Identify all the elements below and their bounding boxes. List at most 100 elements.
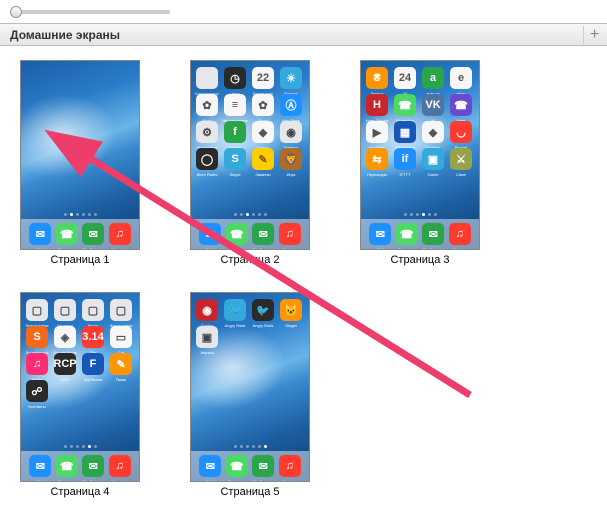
app-icon[interactable]: ⇆Перекидач [366, 148, 388, 170]
home-screen-page[interactable]: Калькулятор ◷Часы 22Календарь ☀Погода ✿Фото ≡… [190, 60, 310, 266]
app-icon[interactable]: eebay [450, 67, 472, 89]
app-grid: ◉Contra 🐦Angry Birds 🐦Angry Birds 🐱Ginger ▣J… [196, 299, 304, 348]
home-screen-page[interactable]: ₴Деньги 2424 aauto.ua eebay ННова Пошта ☎What… [360, 60, 480, 266]
app-icon[interactable]: ▢Фотография [26, 299, 48, 321]
app-icon[interactable]: ♫Music [26, 353, 48, 375]
app-icon[interactable]: ✉Сообщения [252, 223, 274, 245]
home-screen-page[interactable]: ▢Фотография ▢Утилиты ▢Книги ▢Фотография SSou… [20, 292, 140, 498]
screen-thumbnail[interactable]: ₴Деньги 2424 aauto.ua eebay ННова Пошта ☎What… [360, 60, 480, 250]
app-icon[interactable]: ♫Музыка [279, 455, 301, 477]
app-icon[interactable]: FMyFitness [82, 353, 104, 375]
app-icon[interactable]: ННова Пошта [366, 94, 388, 116]
app-icon[interactable]: ☎Телефон [226, 455, 248, 477]
app-icon[interactable]: ☎Viber [450, 94, 472, 116]
app-icon[interactable]: ✉Сообщения [422, 223, 444, 245]
app-label: Game [420, 172, 446, 177]
app-label: Музыка [277, 247, 303, 250]
app-icon[interactable]: ☎Телефон [56, 223, 78, 245]
app-icon[interactable]: ♫Музыка [449, 223, 471, 245]
app-icon[interactable]: ◈Google Maps [54, 326, 76, 348]
app-icon[interactable]: aauto.ua [422, 67, 444, 89]
app-icon[interactable]: ♫Музыка [109, 455, 131, 477]
app-icon[interactable]: ◡Pocket [450, 121, 472, 143]
app-icon[interactable]: ✉Сообщения [82, 223, 104, 245]
screen-thumbnail[interactable]: ▢Фотография ▢Утилиты ▢Книги ▢Фотография SSou… [20, 292, 140, 482]
app-icon[interactable]: ☎WhatsApp [394, 94, 416, 116]
app-icon[interactable]: Калькулятор [196, 67, 218, 89]
app-icon[interactable]: ▣Jetpack [196, 326, 218, 348]
app-icon[interactable]: ⒶApp Store [280, 94, 302, 116]
plus-icon: + [590, 26, 599, 44]
app-icon[interactable]: ✉Mail [29, 455, 51, 477]
app-icon[interactable]: ◷Часы [224, 67, 246, 89]
zoom-slider[interactable] [10, 10, 170, 14]
app-icon[interactable]: ⚙Настройки [196, 121, 218, 143]
app-icon[interactable]: ▢Фотография [110, 299, 132, 321]
app-icon[interactable]: 🐱Ginger [280, 299, 302, 321]
app-icon[interactable]: ◉Камера [280, 121, 302, 143]
page-indicator [191, 445, 309, 448]
app-icon[interactable]: ✉Сообщения [252, 455, 274, 477]
app-label: Музыка [107, 247, 133, 250]
app-icon[interactable]: ✉Сообщения [82, 455, 104, 477]
app-icon[interactable]: ✎Заметки [252, 148, 274, 170]
zoom-slider-bar [0, 0, 607, 24]
page-label: Страница 5 [190, 486, 310, 498]
app-icon[interactable]: ✎Пиши [110, 353, 132, 375]
app-icon[interactable]: ◯Siren Radio [196, 148, 218, 170]
app-icon[interactable]: ▢Книги [82, 299, 104, 321]
app-icon[interactable]: 🐦Angry Birds [252, 299, 274, 321]
app-icon[interactable]: ♫Музыка [279, 223, 301, 245]
page-label: Страница 1 [20, 254, 140, 266]
app-icon[interactable]: ifIFTTT [394, 148, 416, 170]
app-icon[interactable]: VKVK [422, 94, 444, 116]
dock: ✉Mail☎Телефон✉Сообщения♫Музыка [21, 219, 139, 249]
app-icon[interactable]: fFeedly [224, 121, 246, 143]
app-icon[interactable]: ⚔Clash [450, 148, 472, 170]
app-icon[interactable]: ✉Mail [369, 223, 391, 245]
app-icon[interactable]: 🐦Angry Birds [224, 299, 246, 321]
app-icon[interactable]: ▶YouTube [366, 121, 388, 143]
zoom-slider-thumb[interactable] [10, 6, 22, 18]
app-icon[interactable]: ▢Утилиты [54, 299, 76, 321]
app-icon[interactable]: ✿Фото [252, 94, 274, 116]
app-icon[interactable]: 2424 [394, 67, 416, 89]
screen-thumbnail[interactable]: ◉Contra 🐦Angry Birds 🐦Angry Birds 🐱Ginger ▣J… [190, 292, 310, 482]
app-icon[interactable]: ☎Телефон [396, 223, 418, 245]
app-icon[interactable]: SSoundhound [26, 326, 48, 348]
app-icon[interactable]: RCPRCP [54, 353, 76, 375]
app-icon[interactable]: 22Календарь [252, 67, 274, 89]
app-icon[interactable]: ₴Деньги [366, 67, 388, 89]
app-icon[interactable]: ✉Mail [29, 223, 51, 245]
add-page-button[interactable]: + [583, 26, 601, 44]
app-icon[interactable]: ≡Напоминания [224, 94, 246, 116]
app-icon[interactable]: ☀Погода [280, 67, 302, 89]
app-label: RCP [52, 377, 78, 382]
app-icon[interactable]: ◉Contra [196, 299, 218, 321]
app-icon[interactable]: SSkype [224, 148, 246, 170]
app-icon[interactable]: ▣Game [422, 148, 444, 170]
app-label: Mail [197, 247, 223, 250]
app-label: MyFitness [80, 377, 106, 382]
app-icon[interactable]: ✿Фото [196, 94, 218, 116]
screen-thumbnail[interactable]: ✉Mail☎Телефон✉Сообщения♫Музыка [20, 60, 140, 250]
home-screen-page[interactable]: ✉Mail☎Телефон✉Сообщения♫Музыка Страница 1 [20, 60, 140, 266]
app-icon[interactable]: ◆Dropbox [422, 121, 444, 143]
app-icon[interactable]: 3.14Zite [82, 326, 104, 348]
app-icon[interactable]: ✉Mail [199, 455, 221, 477]
app-label: Телефон [54, 479, 80, 482]
app-icon[interactable]: 🦁Игра [280, 148, 302, 170]
app-icon[interactable]: ▭Cal [110, 326, 132, 348]
app-icon[interactable]: ◆Карты [252, 121, 274, 143]
screen-thumbnail[interactable]: Калькулятор ◷Часы 22Календарь ☀Погода ✿Фото ≡… [190, 60, 310, 250]
app-icon[interactable]: ♫Музыка [109, 223, 131, 245]
app-icon[interactable]: ▦Wallpapers [394, 121, 416, 143]
app-label: Сообщения [80, 479, 106, 482]
app-label: Пиши [108, 377, 134, 382]
app-icon[interactable]: ☍Контакты [26, 380, 48, 402]
app-icon[interactable]: ☎Телефон [56, 455, 78, 477]
app-icon[interactable]: ✉Mail [199, 223, 221, 245]
app-icon[interactable]: ☎Телефон [226, 223, 248, 245]
home-screen-page[interactable]: ◉Contra 🐦Angry Birds 🐦Angry Birds 🐱Ginger ▣J… [190, 292, 310, 498]
app-grid: Калькулятор ◷Часы 22Календарь ☀Погода ✿Фото ≡… [196, 67, 304, 170]
